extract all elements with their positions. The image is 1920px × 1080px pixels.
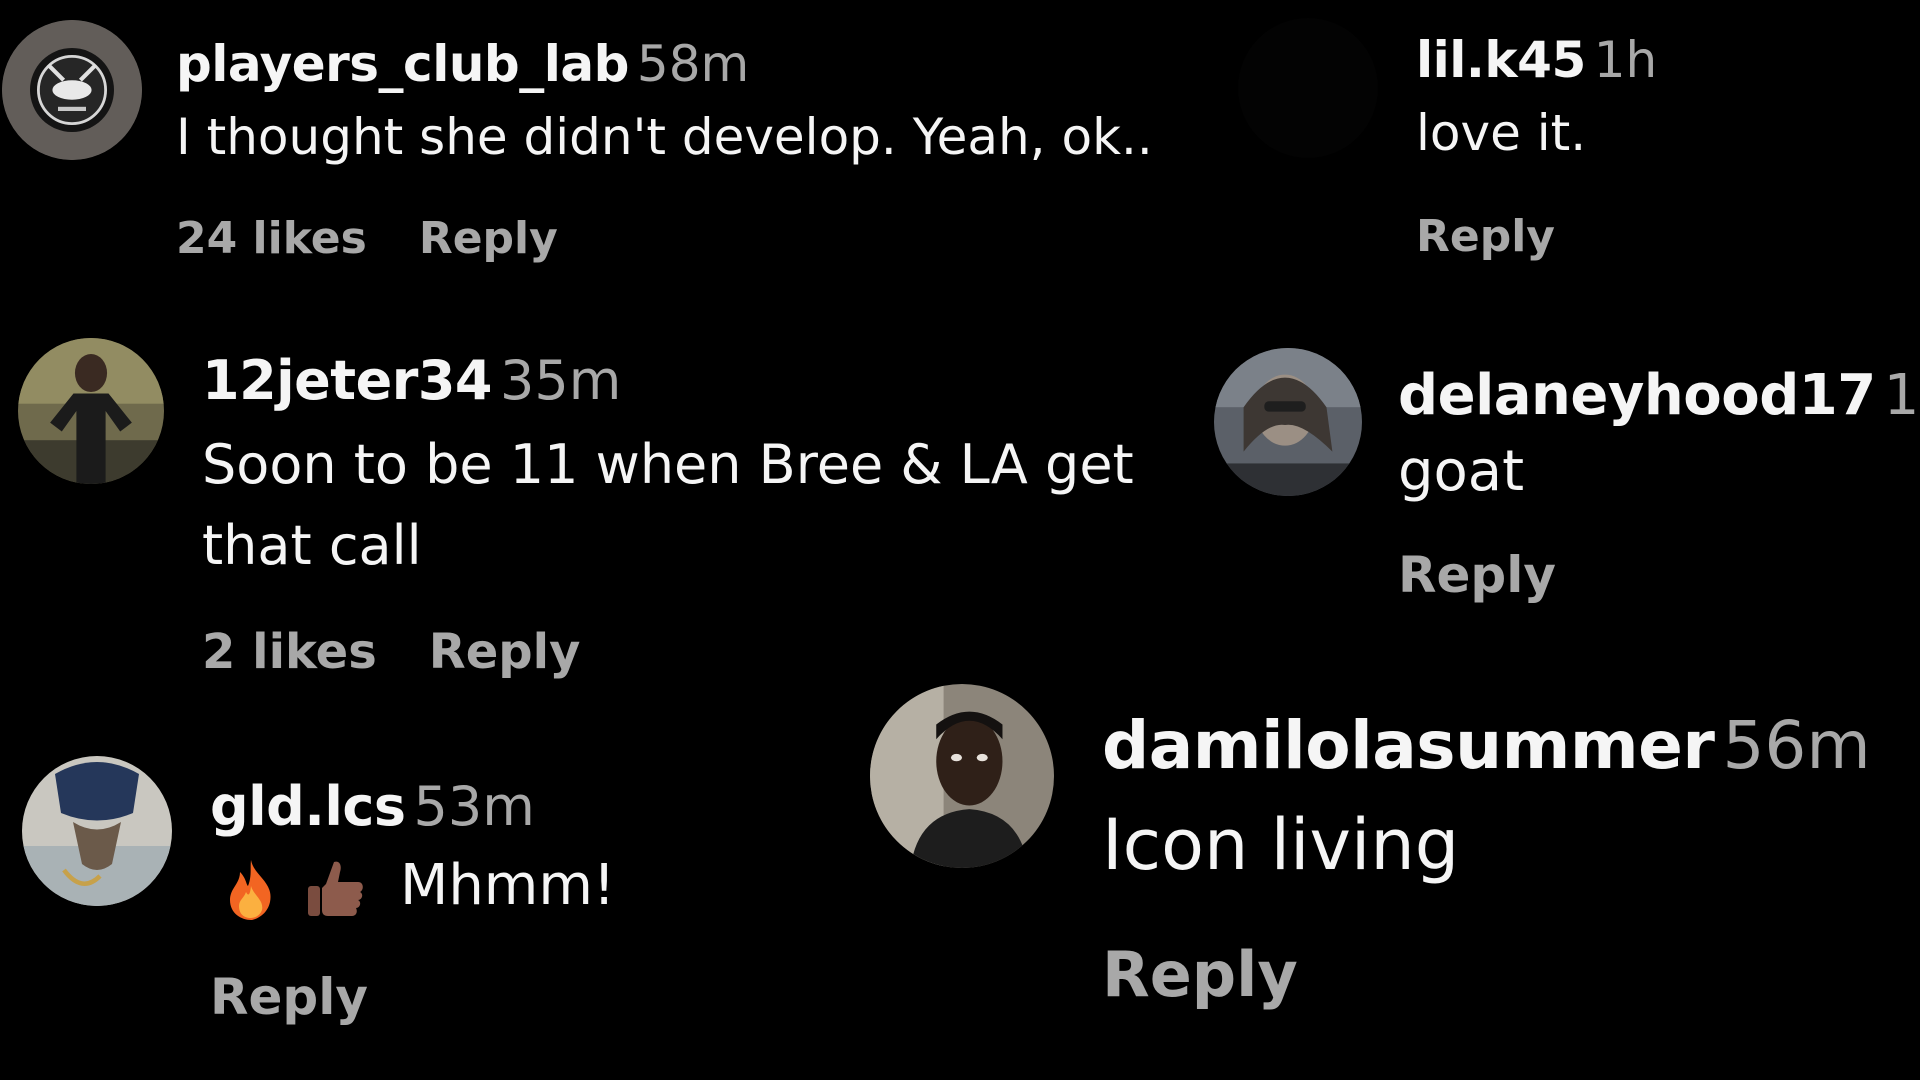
username[interactable]: delaneyhood17 <box>1398 363 1876 428</box>
profile-photo-icon <box>22 756 172 906</box>
comment-text-content: Mhmm! <box>400 853 616 919</box>
comment-text: Mhmm! <box>210 848 615 924</box>
username[interactable]: damilolasummer <box>1102 707 1715 784</box>
comment-text: Icon living <box>1102 803 1460 886</box>
timestamp: 58m <box>636 35 750 93</box>
profile-photo-icon <box>870 684 1054 868</box>
reply-button[interactable]: Reply <box>429 624 581 680</box>
comment-players-club-lab: players_club_lab 58m I thought she didn't… <box>0 0 1250 300</box>
comment-text: I thought she didn't develop. Yeah, ok.. <box>176 107 1153 166</box>
comment-text: love it. <box>1416 103 1587 162</box>
timestamp: 1h <box>1883 363 1920 428</box>
reply-button[interactable]: Reply <box>1102 938 1298 1011</box>
reply-button[interactable]: Reply <box>1416 211 1555 262</box>
username[interactable]: lil.k45 <box>1416 31 1586 89</box>
reply-button[interactable]: Reply <box>1398 546 1556 604</box>
reply-button[interactable]: Reply <box>210 968 368 1026</box>
likes-count[interactable]: 2 likes <box>202 624 377 680</box>
username[interactable]: 12jeter34 <box>202 349 493 412</box>
comment-damilolasummer: damilolasummer 56m Icon living Reply <box>860 670 1920 1080</box>
comment-text: Soon to be 11 when Bree & LA get that ca… <box>202 424 1134 586</box>
fire-emoji-icon <box>224 858 278 920</box>
avatar[interactable] <box>2 20 142 160</box>
timestamp: 35m <box>500 349 622 412</box>
likes-count[interactable]: 24 likes <box>176 213 367 264</box>
comment-gld-lcs: gld.lcs 53m Mhmm! Reply <box>0 740 860 1080</box>
avatar[interactable] <box>18 338 164 484</box>
comment-12jeter34: 12jeter34 35m Soon to be 11 when Bree & L… <box>0 330 1220 710</box>
profile-photo-icon <box>18 338 164 484</box>
avatar[interactable] <box>22 756 172 906</box>
comment-delaneyhood17: delaneyhood171h goat Reply <box>1200 340 1920 640</box>
timestamp: 56m <box>1722 707 1871 784</box>
comment-lil-k45: lil.k45 1h love it. Reply <box>1230 0 1920 300</box>
username[interactable]: gld.lcs <box>210 775 406 838</box>
avatar[interactable] <box>1214 348 1362 496</box>
timestamp: 1h <box>1593 31 1658 89</box>
username[interactable]: players_club_lab <box>176 35 629 93</box>
comment-text-line: Soon to be 11 when Bree & LA get <box>202 433 1134 497</box>
comment-text-line: that call <box>202 514 422 578</box>
thumbs-up-emoji-icon <box>304 858 366 920</box>
comment-text: goat <box>1398 439 1525 505</box>
club-logo-icon <box>2 20 142 160</box>
avatar[interactable] <box>870 684 1054 868</box>
timestamp: 53m <box>413 775 535 838</box>
profile-photo-icon <box>1214 348 1362 496</box>
reply-button[interactable]: Reply <box>419 213 558 264</box>
avatar[interactable] <box>1238 18 1378 158</box>
